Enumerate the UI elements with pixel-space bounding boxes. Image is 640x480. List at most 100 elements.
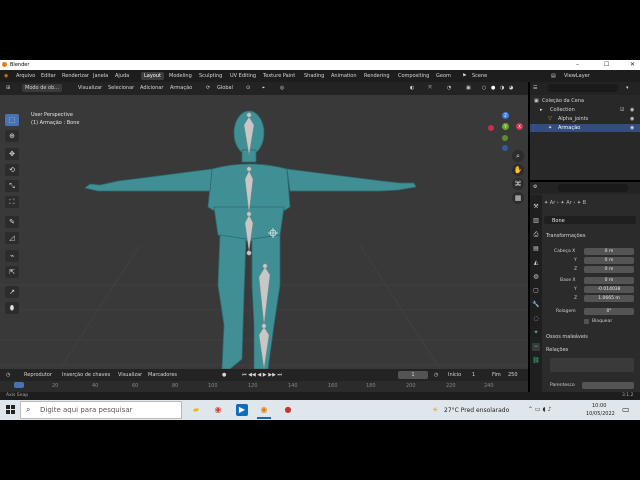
eye-icon[interactable]: ◉ xyxy=(630,107,634,113)
bone-roll-tool-icon[interactable]: ⌁ xyxy=(5,250,19,262)
shading-material-icon[interactable]: ◑ xyxy=(500,85,504,91)
ortho-toggle-icon[interactable]: ▦ xyxy=(512,192,524,204)
bone-tab-icon[interactable]: ⌁ xyxy=(532,343,540,351)
select-box-tool-icon[interactable]: ⬚ xyxy=(5,114,19,126)
camera-view-icon[interactable]: ⌘ xyxy=(512,178,524,190)
shading-solid-icon[interactable]: ● xyxy=(491,85,495,91)
parent-field[interactable] xyxy=(582,382,634,389)
world-tab-icon[interactable]: ◍ xyxy=(532,273,540,281)
scene-collection-label[interactable]: Coleção da Cena xyxy=(542,98,584,104)
zoom-icon[interactable]: ⌕ xyxy=(512,150,524,162)
cursor-tool-icon[interactable]: ⊕ xyxy=(5,130,19,142)
extrude-tool-icon[interactable]: ⇱ xyxy=(5,266,19,278)
recorder-app-icon[interactable]: ● xyxy=(282,404,294,416)
tool-tab-icon[interactable]: ⚒ xyxy=(532,203,540,211)
gizmo-neg-z-axis[interactable] xyxy=(502,145,508,151)
mode-select[interactable]: Modo de ob... xyxy=(22,84,63,92)
tab-compositing[interactable]: Compositing xyxy=(398,73,429,79)
tail-y-field[interactable]: -0.014038 xyxy=(584,286,634,293)
checkbox-icon[interactable]: ☑ xyxy=(620,107,624,113)
timeline-menu-view[interactable]: Visualizar xyxy=(118,372,142,378)
clock-date[interactable]: 10/05/2022 xyxy=(586,411,615,417)
tab-modeling[interactable]: Modeling xyxy=(169,73,192,79)
timeline-menu-playback[interactable]: Reprodutor xyxy=(24,372,52,378)
maximize-icon[interactable]: ☐ xyxy=(604,61,609,68)
deform-section-header[interactable]: Ossos maleáveis xyxy=(546,334,588,340)
tab-sculpting[interactable]: Sculpting xyxy=(199,73,222,79)
menu-armature[interactable]: Armação xyxy=(170,85,192,91)
viewport-scene[interactable] xyxy=(0,95,528,369)
close-icon[interactable]: ✕ xyxy=(630,61,635,68)
properties-editor-icon[interactable]: ⚙ xyxy=(533,184,537,190)
transform-section-header[interactable]: Transformações xyxy=(546,233,585,239)
tail-z-field[interactable]: 1.0665 m xyxy=(584,295,634,302)
file-explorer-icon[interactable]: ▰ xyxy=(190,404,202,416)
gizmo-z-axis[interactable]: Z xyxy=(502,112,509,119)
modifier-tab-icon[interactable]: 🔧 xyxy=(532,301,540,309)
transform-tool-icon[interactable]: ⛶ xyxy=(5,196,19,208)
media-app-icon[interactable]: ▶ xyxy=(236,404,248,416)
windows-start-icon[interactable] xyxy=(6,405,16,415)
timeline-ruler[interactable]: 20 40 60 80 100 120 140 160 180 200 220 … xyxy=(0,381,528,392)
record-icon[interactable]: ● xyxy=(222,372,226,378)
playhead[interactable] xyxy=(14,382,24,388)
menu-edit[interactable]: Editar xyxy=(41,73,56,79)
view-layer-tab-icon[interactable]: ▤ xyxy=(532,245,540,253)
notification-icon[interactable]: ▭ xyxy=(622,405,630,414)
timeline-menu-keying[interactable]: Inserção de chaves xyxy=(62,372,110,378)
scale-tool-icon[interactable]: ⤡ xyxy=(5,180,19,192)
menu-render[interactable]: Renderizar xyxy=(62,73,89,79)
tab-layout[interactable]: Layout xyxy=(141,72,164,80)
overlay-toggle-icon[interactable]: ◔ xyxy=(447,85,451,91)
scene-tab-icon[interactable]: ◭ xyxy=(532,259,540,267)
playback-controls[interactable]: ⏮ ◀◀ ◀ ▶ ▶▶ ⏭ xyxy=(242,372,282,378)
3d-viewport[interactable]: User Perspective (1) Armação : Bone Z Y … xyxy=(0,95,528,369)
gizmo-toggle-icon[interactable]: ⤧ xyxy=(428,85,432,91)
tab-rendering[interactable]: Rendering xyxy=(364,73,390,79)
render-tab-icon[interactable]: ▥ xyxy=(532,217,540,225)
proportional-edit-icon[interactable]: ◎ xyxy=(280,85,284,91)
system-tray-icons[interactable]: ⌃ ▭ ◖ ♪ xyxy=(528,406,551,413)
rotate-tool-icon[interactable]: ⟲ xyxy=(5,164,19,176)
properties-search-input[interactable] xyxy=(558,184,628,192)
gizmo-neg-y-axis[interactable] xyxy=(502,135,508,141)
start-frame-field[interactable]: 1 xyxy=(472,372,475,378)
roll-field[interactable]: 0° xyxy=(584,308,634,315)
bone-envelope-tool-icon[interactable]: ↗ xyxy=(5,286,19,298)
orientation-select[interactable]: Global xyxy=(217,85,233,91)
menu-file[interactable]: Arquivo xyxy=(16,73,35,79)
bone-size-tool-icon[interactable]: ⬮ xyxy=(5,302,19,314)
eye-icon[interactable]: ◉ xyxy=(630,116,634,122)
measure-tool-icon[interactable]: ◿ xyxy=(5,232,19,244)
scene-name[interactable]: Scene xyxy=(472,73,487,79)
object-tab-icon[interactable]: ▢ xyxy=(532,287,540,295)
viewlayer-name[interactable]: ViewLayer xyxy=(564,73,590,79)
tail-x-field[interactable]: 0 m xyxy=(584,277,634,284)
outliner-editor-icon[interactable]: ☰ xyxy=(533,85,537,91)
bone-collections-list[interactable] xyxy=(550,358,634,372)
current-frame-field[interactable]: 1 xyxy=(398,371,428,379)
blender-menu-icon[interactable]: ◉ xyxy=(4,73,8,79)
filter-icon[interactable]: ▾ xyxy=(626,85,629,91)
relations-section-header[interactable]: Relações xyxy=(546,347,568,353)
menu-select[interactable]: Selecionar xyxy=(108,85,134,91)
xray-icon[interactable]: ▣ xyxy=(466,85,471,91)
outliner-search-input[interactable] xyxy=(548,84,618,92)
armature-data-tab-icon[interactable]: ✦ xyxy=(532,329,540,337)
eye-icon[interactable]: ◉ xyxy=(630,125,634,131)
head-z-field[interactable]: 0 m xyxy=(584,266,634,273)
output-tab-icon[interactable]: ⎙ xyxy=(532,231,540,239)
bone-constraint-tab-icon[interactable]: ⛓ xyxy=(532,357,540,365)
pivot-icon[interactable]: ⊙ xyxy=(246,85,250,91)
pan-hand-icon[interactable]: ✋ xyxy=(512,164,524,176)
tab-uv-editing[interactable]: UV Editing xyxy=(230,73,256,79)
gizmo-neg-x-axis[interactable] xyxy=(488,125,494,131)
move-tool-icon[interactable]: ✥ xyxy=(5,148,19,160)
clock-time[interactable]: 10:00 xyxy=(592,403,606,409)
chrome-icon[interactable]: ◉ xyxy=(212,404,224,416)
tab-animation[interactable]: Animation xyxy=(331,73,357,79)
editor-type-icon[interactable]: ⊞ xyxy=(6,85,10,91)
menu-view[interactable]: Visualizar xyxy=(78,85,102,91)
snap-icon[interactable]: ⌖ xyxy=(262,85,265,91)
timeline-menu-markers[interactable]: Marcadores xyxy=(148,372,177,378)
